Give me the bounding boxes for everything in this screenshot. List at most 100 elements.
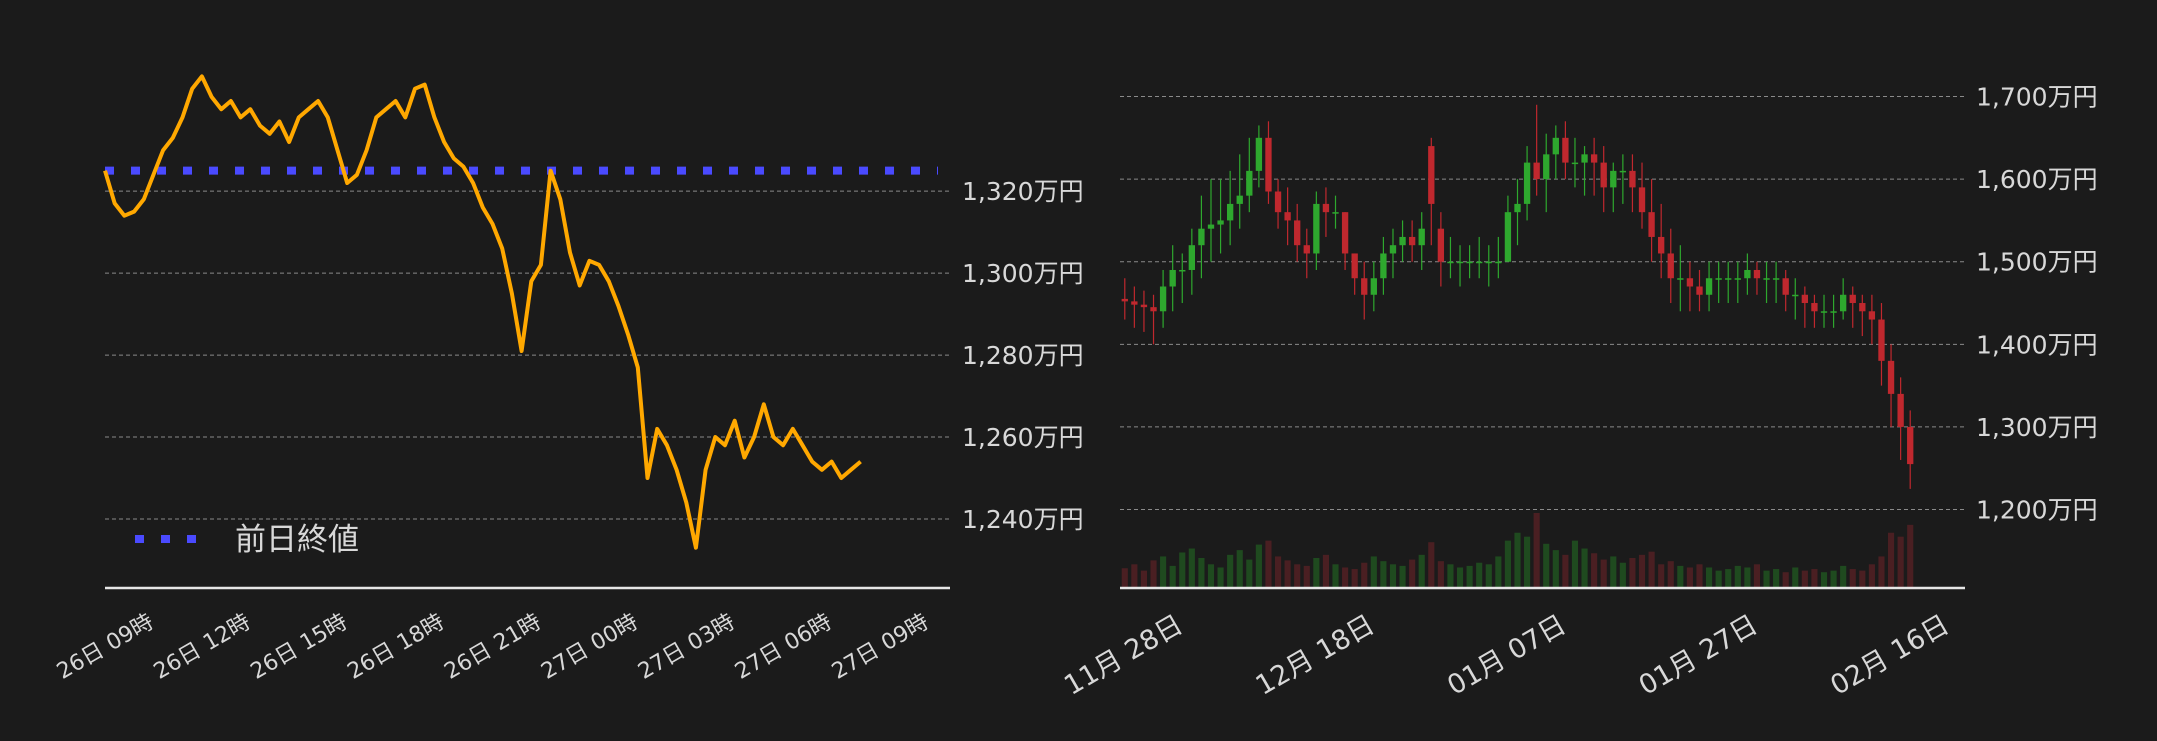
volume-bar <box>1763 570 1770 588</box>
right-y-tick-label: 1,600万円 <box>1976 165 2098 194</box>
volume-bar <box>1351 569 1358 588</box>
right-y-tick-label: 1,700万円 <box>1976 83 2098 112</box>
candle-body <box>1677 278 1684 280</box>
volume-bar <box>1284 560 1291 588</box>
volume-bar <box>1246 559 1253 588</box>
volume-bar <box>1342 567 1349 588</box>
volume-bar <box>1696 564 1703 588</box>
candle-body <box>1399 236 1406 246</box>
candle-body <box>1562 137 1569 163</box>
right-y-tick-label: 1,400万円 <box>1976 330 2098 359</box>
candle-body <box>1418 228 1425 246</box>
volume-bar <box>1801 570 1808 588</box>
volume-bar <box>1476 562 1483 588</box>
candle-body <box>1533 162 1540 180</box>
volume-bar <box>1792 567 1799 588</box>
volume-bar <box>1811 569 1818 588</box>
volume-bar <box>1734 565 1741 588</box>
candle-body <box>1820 311 1828 313</box>
candle-body <box>1725 278 1732 280</box>
candle-body <box>1408 236 1416 246</box>
candle-body <box>1753 269 1761 279</box>
candle-body <box>1744 269 1751 279</box>
volume-bar <box>1571 540 1579 588</box>
volume-bar <box>1868 564 1875 588</box>
left-y-tick-label: 1,320万円 <box>962 177 1084 206</box>
candle-body <box>1648 212 1655 237</box>
candle-body <box>1523 162 1531 204</box>
candle-body <box>1207 224 1215 229</box>
volume-bar <box>1313 558 1320 588</box>
candle-body <box>1351 253 1358 279</box>
volume-bar <box>1217 567 1224 588</box>
volume-bar <box>1591 553 1598 588</box>
candle-body <box>1552 137 1559 155</box>
candle-body <box>1485 261 1492 264</box>
volume-bar <box>1514 532 1521 588</box>
volume-bar <box>1466 565 1473 588</box>
candle-body <box>1686 278 1694 287</box>
volume-bar <box>1648 551 1655 588</box>
volume-bar <box>1562 554 1569 588</box>
volume-bar <box>1150 560 1157 588</box>
volume-bar <box>1830 570 1837 588</box>
candle-body <box>1198 228 1205 246</box>
candle-body <box>1159 286 1167 312</box>
candle-body <box>1179 269 1186 272</box>
volume-bar <box>1773 569 1780 588</box>
volume-bar <box>1581 548 1588 588</box>
volume-bar <box>1160 556 1167 588</box>
volume-bar <box>1878 556 1885 588</box>
candle-body <box>1361 278 1368 295</box>
volume-bar <box>1332 564 1339 588</box>
volume-bar <box>1629 558 1636 588</box>
candle-body <box>1476 261 1483 264</box>
volume-bar <box>1227 554 1234 588</box>
volume-bar <box>1677 565 1684 588</box>
volume-bar <box>1706 567 1713 588</box>
volume-bar <box>1207 564 1215 588</box>
volume-bar <box>1715 570 1722 588</box>
candle-body <box>1217 220 1224 225</box>
volume-bar <box>1380 561 1387 588</box>
volume-bar <box>1820 572 1828 588</box>
candle-body <box>1389 245 1397 254</box>
right-y-tick-label: 1,500万円 <box>1976 248 2098 277</box>
volume-bar <box>1198 558 1205 588</box>
candle-body <box>1284 212 1291 221</box>
volume-bar <box>1897 536 1904 588</box>
candle-body <box>1830 311 1837 313</box>
candle-body <box>1581 154 1588 163</box>
candle-body <box>1782 278 1789 295</box>
volume-bar <box>1399 565 1406 588</box>
candle-body <box>1811 303 1818 312</box>
volume-bar <box>1859 570 1866 588</box>
candle-body <box>1466 261 1473 264</box>
volume-bar <box>1907 524 1914 588</box>
candle-body <box>1840 294 1847 312</box>
candle-body <box>1801 294 1809 304</box>
volume-bar <box>1667 561 1674 588</box>
candle-body <box>1600 162 1607 188</box>
volume-bar <box>1188 548 1195 588</box>
volume-bar <box>1524 536 1531 588</box>
volume-bar <box>1370 556 1377 588</box>
volume-bar <box>1753 564 1761 588</box>
volume-bar <box>1428 542 1435 588</box>
candle-body <box>1590 154 1598 163</box>
candle-body <box>1495 261 1502 264</box>
volume-bar <box>1849 569 1856 588</box>
candle-body <box>1638 187 1646 213</box>
candle-body <box>1878 319 1885 361</box>
volume-bar <box>1409 559 1416 588</box>
volume-bar <box>1782 572 1789 588</box>
candle-body <box>1887 360 1895 394</box>
legend-label-previous-close: 前日終値 <box>235 522 359 558</box>
candle-body <box>1121 298 1128 302</box>
volume-bar <box>1303 565 1310 588</box>
candle-body <box>1629 170 1636 188</box>
candle-body <box>1140 304 1148 308</box>
candle-body <box>1447 261 1454 264</box>
chart-canvas: 1,240万円 1,260万円 1,280万円 1,300万円 1,320万円 … <box>0 0 2157 741</box>
candle-body <box>1763 278 1770 280</box>
